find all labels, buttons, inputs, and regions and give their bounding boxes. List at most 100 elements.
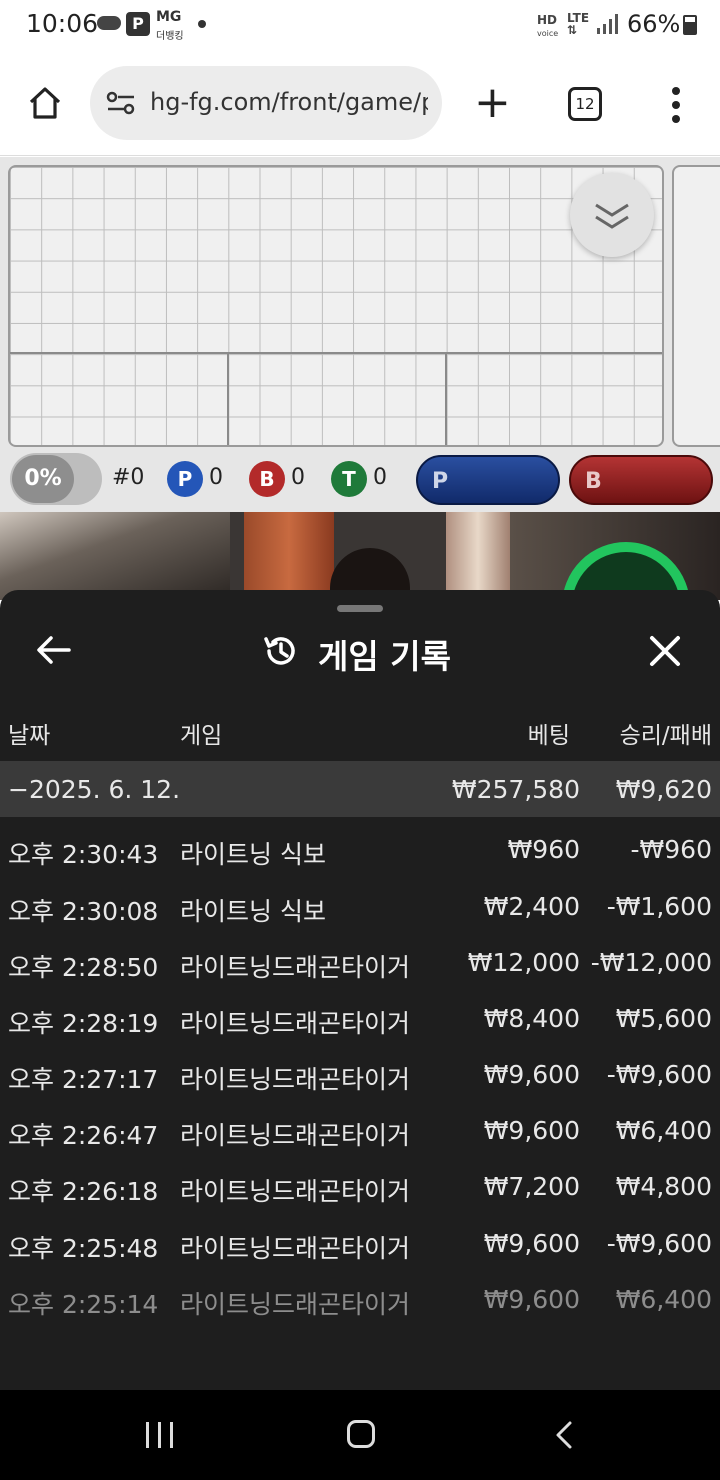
list-fade: [0, 1330, 720, 1390]
home-icon[interactable]: [28, 86, 62, 120]
notification-dot-icon: [198, 20, 206, 28]
url-text[interactable]: hg-fg.com/front/game/pla: [150, 88, 428, 116]
column-header-game: 게임: [180, 723, 223, 749]
row-win-loss: ₩6,400: [615, 1285, 712, 1314]
table-row[interactable]: 오후 2:30:43 라이트닝 식보 ₩960 -₩960: [0, 821, 720, 877]
battery-icon: [683, 15, 697, 35]
tab-switcher-button[interactable]: 12: [568, 87, 602, 121]
row-bet: ₩9,600: [483, 1116, 580, 1145]
back-arrow-icon[interactable]: [36, 635, 72, 665]
date-summary-row[interactable]: −2025. 6. 12. ₩257,580 ₩9,620: [0, 761, 720, 817]
row-bet: ₩2,400: [483, 892, 580, 921]
summary-date: −2025. 6. 12.: [8, 775, 181, 804]
row-win-loss: -₩960: [630, 835, 712, 864]
banker-count: 0: [291, 465, 305, 490]
live-video: [0, 512, 720, 600]
chevron-double-down-icon: [595, 203, 629, 229]
row-time: 오후 2:30:08: [8, 897, 159, 926]
game-area: 0% #0 P 0 B 0 T 0 P B: [0, 157, 720, 512]
row-game: 라이트닝드래곤타이거: [180, 1290, 411, 1319]
tie-badge-icon: T: [331, 461, 367, 497]
table-row[interactable]: 오후 2:27:17 라이트닝드래곤타이거 ₩9,600 -₩9,600: [0, 1046, 720, 1102]
summary-win-loss: ₩9,620: [615, 775, 712, 804]
site-settings-icon[interactable]: [106, 90, 136, 116]
row-bet: ₩12,000: [467, 948, 580, 977]
url-bar[interactable]: hg-fg.com/front/game/pla: [90, 66, 442, 140]
player-bet-button[interactable]: P: [416, 455, 560, 505]
home-nav-icon[interactable]: [347, 1420, 375, 1448]
row-game: 라이트닝드래곤타이거: [180, 1121, 411, 1150]
row-bet: ₩9,600: [483, 1229, 580, 1258]
row-game: 라이트닝드래곤타이거: [180, 1065, 411, 1094]
stats-bar: 0% #0 P 0 B 0 T 0 P B: [0, 449, 720, 509]
collapse-button[interactable]: [570, 173, 654, 257]
table-row[interactable]: 오후 2:25:14 라이트닝드래곤타이거 ₩9,600 ₩6,400: [0, 1271, 720, 1327]
round-count: #0: [112, 465, 145, 490]
row-time: 오후 2:25:14: [8, 1290, 159, 1319]
system-nav-bar: [0, 1390, 720, 1480]
mg-label: MG: [156, 9, 182, 25]
row-game: 라이트닝드래곤타이거: [180, 1009, 411, 1038]
row-bet: ₩9,600: [483, 1285, 580, 1314]
table-row[interactable]: 오후 2:25:48 라이트닝드래곤타이거 ₩9,600 -₩9,600: [0, 1215, 720, 1271]
back-nav-icon[interactable]: [552, 1420, 576, 1450]
row-bet: ₩7,200: [483, 1172, 580, 1201]
row-win-loss: ₩6,400: [615, 1116, 712, 1145]
history-icon: [264, 637, 295, 665]
column-header-bet: 베팅: [527, 723, 570, 749]
status-time: 10:06: [26, 9, 99, 38]
percent-value: 0%: [12, 455, 74, 503]
banker-bet-button[interactable]: B: [569, 455, 713, 505]
row-time: 오후 2:26:18: [8, 1177, 159, 1206]
row-bet: ₩8,400: [483, 1004, 580, 1033]
lte-icon: LTE ⇅: [567, 11, 590, 37]
recent-apps-icon[interactable]: [146, 1422, 176, 1448]
more-menu-icon[interactable]: [664, 87, 688, 123]
banker-badge-icon: B: [249, 461, 285, 497]
hd-voice-icon: HD voice: [537, 13, 559, 38]
row-game: 라이트닝 식보: [180, 840, 326, 869]
table-row[interactable]: 오후 2:30:08 라이트닝 식보 ₩2,400 -₩1,600: [0, 878, 720, 934]
tie-count: 0: [373, 465, 387, 490]
table-row[interactable]: 오후 2:26:47 라이트닝드래곤타이거 ₩9,600 ₩6,400: [0, 1102, 720, 1158]
row-time: 오후 2:25:48: [8, 1234, 159, 1263]
roadmap-grid: [8, 165, 664, 447]
roadmap-side: [672, 165, 720, 447]
player-count: 0: [209, 465, 223, 490]
sheet-drag-handle[interactable]: [337, 605, 383, 612]
percent-toggle[interactable]: 0%: [10, 453, 102, 505]
row-time: 오후 2:28:50: [8, 953, 159, 982]
row-win-loss: -₩9,600: [606, 1229, 712, 1258]
row-time: 오후 2:30:43: [8, 840, 159, 869]
row-bet: ₩960: [507, 835, 580, 864]
cloud-icon: [97, 16, 121, 30]
game-history-sheet: 게임 기록 날짜 게임 베팅 승리/패배 −2025. 6. 12. ₩257,…: [0, 590, 720, 1390]
row-win-loss: ₩5,600: [615, 1004, 712, 1033]
signal-icon: [597, 14, 619, 34]
row-game: 라이트닝드래곤타이거: [180, 953, 411, 982]
column-header-win-loss: 승리/패배: [619, 723, 712, 749]
row-time: 오후 2:27:17: [8, 1065, 159, 1094]
row-bet: ₩9,600: [483, 1060, 580, 1089]
app-badge-icon: P: [126, 12, 150, 36]
row-win-loss: -₩1,600: [606, 892, 712, 921]
sheet-title: 게임 기록: [318, 637, 451, 676]
player-badge-icon: P: [167, 461, 203, 497]
battery-percent: 66%: [627, 10, 681, 38]
row-game: 라이트닝 식보: [180, 897, 326, 926]
new-tab-icon[interactable]: +: [474, 81, 511, 125]
browser-toolbar: hg-fg.com/front/game/pla + 12: [0, 52, 720, 156]
mg-sublabel: 더뱅킹: [156, 31, 184, 42]
close-icon[interactable]: [648, 634, 682, 668]
column-header-date: 날짜: [8, 723, 51, 749]
status-bar: 10:06 P MG 더뱅킹 HD voice LTE ⇅ 66%: [0, 0, 720, 52]
row-win-loss: -₩9,600: [606, 1060, 712, 1089]
row-time: 오후 2:26:47: [8, 1121, 159, 1150]
row-game: 라이트닝드래곤타이거: [180, 1177, 411, 1206]
table-row[interactable]: 오후 2:28:50 라이트닝드래곤타이거 ₩12,000 -₩12,000: [0, 934, 720, 990]
row-win-loss: -₩12,000: [590, 948, 712, 977]
table-row[interactable]: 오후 2:28:19 라이트닝드래곤타이거 ₩8,400 ₩5,600: [0, 990, 720, 1046]
summary-bet: ₩257,580: [451, 775, 580, 804]
table-row[interactable]: 오후 2:26:18 라이트닝드래곤타이거 ₩7,200 ₩4,800: [0, 1158, 720, 1214]
row-time: 오후 2:28:19: [8, 1009, 159, 1038]
